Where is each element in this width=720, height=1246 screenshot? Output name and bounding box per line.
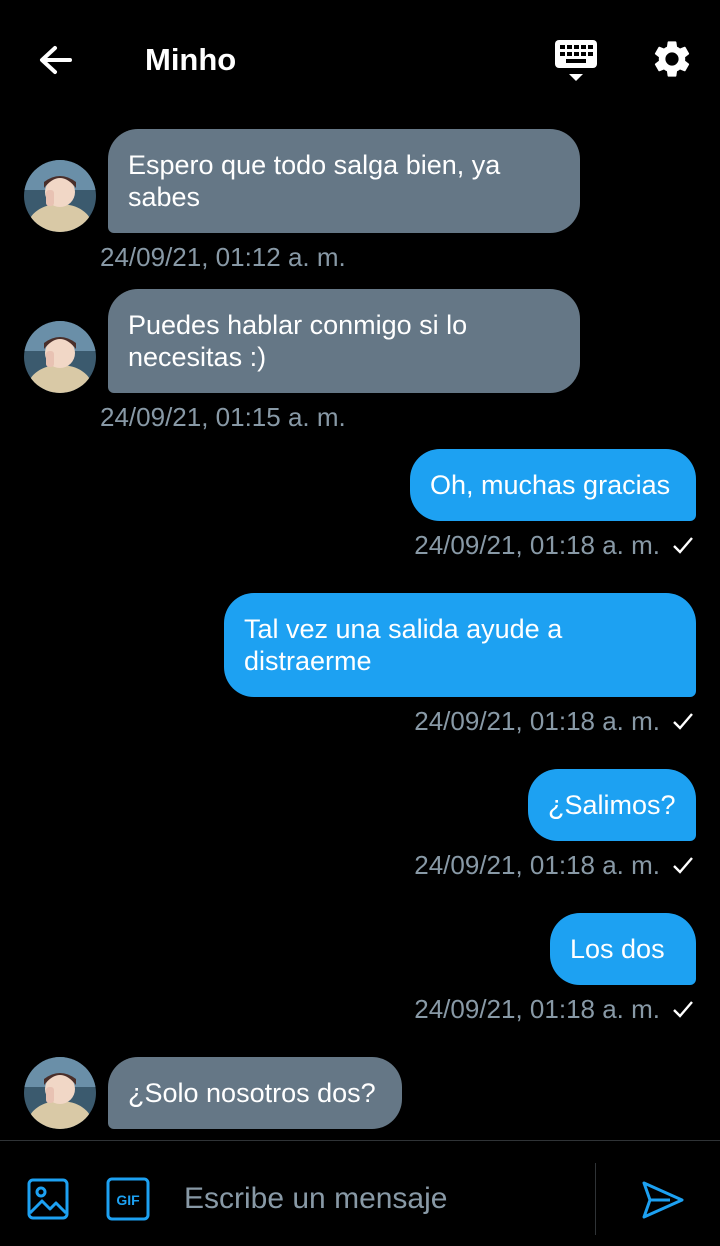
profile-photo <box>24 160 96 232</box>
message-bubble-incoming[interactable]: ¿Solo nosotros dos? <box>108 1057 402 1129</box>
avatar[interactable] <box>24 321 96 393</box>
message-timestamp: 24/09/21, 01:18 a. m. <box>414 850 660 880</box>
profile-photo <box>24 1057 96 1129</box>
back-button[interactable] <box>36 40 76 80</box>
message-timestamp: 24/09/21, 01:15 a. m. <box>100 402 346 432</box>
image-icon <box>27 1178 69 1220</box>
keyboard-icon <box>555 40 597 81</box>
keyboard-toggle-button[interactable] <box>553 38 599 84</box>
gif-icon: GIF <box>106 1177 150 1221</box>
settings-button[interactable] <box>650 36 694 82</box>
attach-image-button[interactable] <box>26 1177 70 1221</box>
avatar[interactable] <box>24 1057 96 1129</box>
arrow-left-icon <box>40 46 72 74</box>
chat-header: Minho <box>0 0 720 118</box>
profile-photo <box>24 321 96 393</box>
message-timestamp: 24/09/21, 01:18 a. m. <box>414 706 660 736</box>
check-icon <box>673 713 693 730</box>
conversation-title: Minho <box>145 42 237 77</box>
message-meta: 24/09/21, 01:18 a. m. <box>414 850 694 881</box>
message-bubble-outgoing[interactable]: ¿Salimos? <box>528 769 696 841</box>
gif-label: GIF <box>116 1192 140 1208</box>
check-icon <box>673 1001 693 1018</box>
message-composer: GIF <box>0 1140 720 1246</box>
message-timestamp: 24/09/21, 01:18 a. m. <box>414 530 660 560</box>
message-bubble-outgoing[interactable]: Los dos <box>550 913 696 985</box>
check-icon <box>673 537 693 554</box>
message-input[interactable] <box>184 1179 584 1219</box>
message-bubble-incoming[interactable]: Puedes hablar conmigo si lo necesitas :) <box>108 289 580 393</box>
message-bubble-outgoing[interactable]: Tal vez una salida ayude a distraerme <box>224 593 696 697</box>
send-icon <box>642 1181 684 1219</box>
message-timestamp: 24/09/21, 01:12 a. m. <box>100 242 346 272</box>
composer-divider <box>595 1163 596 1235</box>
message-meta: 24/09/21, 01:18 a. m. <box>414 530 694 561</box>
avatar[interactable] <box>24 160 96 232</box>
check-icon <box>673 857 693 874</box>
message-meta: 24/09/21, 01:18 a. m. <box>414 706 694 737</box>
message-bubble-outgoing[interactable]: Oh, muchas gracias <box>410 449 696 521</box>
message-bubble-incoming[interactable]: Espero que todo salga bien, ya sabes <box>108 129 580 233</box>
gif-button[interactable]: GIF <box>106 1177 150 1221</box>
message-timestamp: 24/09/21, 01:18 a. m. <box>414 994 660 1024</box>
gear-icon <box>654 41 690 77</box>
send-button[interactable] <box>640 1177 686 1223</box>
message-meta: 24/09/21, 01:18 a. m. <box>414 994 694 1025</box>
